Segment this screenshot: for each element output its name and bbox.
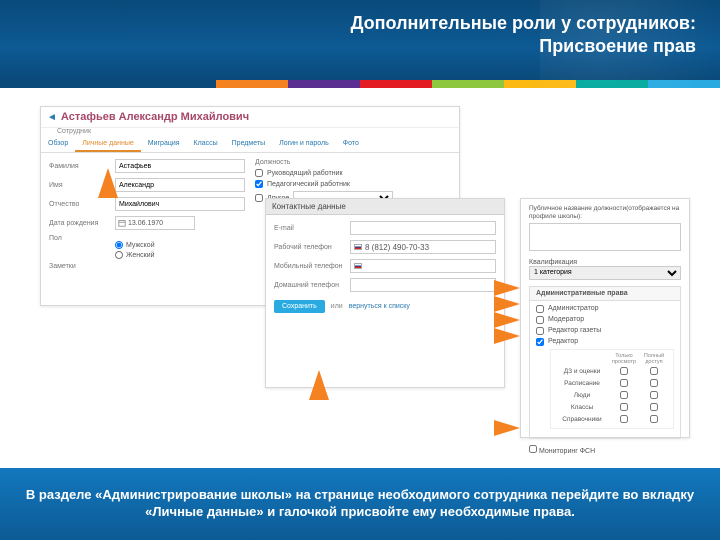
perm-refs: Справочники bbox=[555, 416, 609, 423]
arrow-role1-icon bbox=[494, 280, 520, 296]
radio-female[interactable]: Женский bbox=[115, 251, 245, 259]
perm-classes: Классы bbox=[555, 404, 609, 411]
label-workphone: Рабочий телефон bbox=[274, 244, 344, 251]
dob-input[interactable]: 13.06.1970 bbox=[115, 216, 195, 230]
slide-title: Дополнительные роли у сотрудников: Присв… bbox=[24, 12, 696, 59]
tab-photo[interactable]: Фото bbox=[336, 137, 366, 152]
role-admin[interactable]: Администратор bbox=[536, 305, 674, 313]
contact-title: Контактные данные bbox=[266, 199, 504, 215]
role-moderator[interactable]: Модератор bbox=[536, 316, 674, 324]
perm-people-full[interactable] bbox=[650, 391, 658, 399]
perm-table: Только просмотрПолный доступ ДЗ и оценки… bbox=[550, 349, 674, 429]
perm-refs-view[interactable] bbox=[620, 415, 628, 423]
label-public-title: Публичное название должности(отображаетс… bbox=[529, 205, 681, 221]
label-mobile: Мобильный телефон bbox=[274, 263, 344, 270]
workphone-input[interactable]: 8 (812) 490-70-33 bbox=[350, 240, 496, 254]
patronymic-input[interactable] bbox=[115, 197, 245, 211]
dob-value: 13.06.1970 bbox=[128, 220, 163, 227]
label-notes: Заметки bbox=[49, 263, 109, 270]
perm-hw: ДЗ и оценки bbox=[555, 368, 609, 375]
or-text: или bbox=[331, 303, 343, 310]
name-input[interactable] bbox=[115, 178, 245, 192]
arrow-fsn-icon bbox=[494, 420, 520, 436]
radio-male[interactable]: Мужской bbox=[115, 241, 245, 249]
perm-schedule: Расписание bbox=[555, 380, 609, 387]
surname-input[interactable] bbox=[115, 159, 245, 173]
label-position: Должность bbox=[255, 159, 451, 166]
tabs: Обзор Личные данные Миграция Классы Пред… bbox=[41, 137, 459, 153]
employee-name: Астафьев Александр Михайлович bbox=[61, 111, 249, 123]
flag-ru-icon bbox=[354, 244, 362, 250]
admin-rights-title: Административные права bbox=[530, 287, 680, 301]
arrow-save-icon bbox=[309, 370, 329, 400]
tab-overview[interactable]: Обзор bbox=[41, 137, 75, 152]
col-full: Полный доступ bbox=[639, 353, 669, 365]
pos-teacher[interactable]: Педагогический работник bbox=[255, 180, 451, 188]
col-view: Только просмотр bbox=[609, 353, 639, 365]
perm-people: Люди bbox=[555, 392, 609, 399]
screenshot-canvas: ◄ Астафьев Александр Михайлович Сотрудни… bbox=[0, 88, 720, 468]
public-title-input[interactable] bbox=[529, 223, 681, 251]
tab-personal[interactable]: Личные данные bbox=[75, 137, 141, 152]
arrow-role4-icon bbox=[494, 328, 520, 344]
perm-class-view[interactable] bbox=[620, 403, 628, 411]
breadcrumb: Сотрудник bbox=[41, 128, 459, 137]
title-line1: Дополнительные роли у сотрудников: bbox=[351, 13, 696, 33]
qualification-select[interactable]: 1 категория bbox=[529, 266, 681, 280]
arrow-role2-icon bbox=[494, 296, 520, 312]
role-newspaper[interactable]: Редактор газеты bbox=[536, 327, 674, 335]
label-sex: Пол bbox=[49, 235, 109, 242]
title-line2: Присвоение прав bbox=[539, 36, 696, 56]
label-qualification: Квалификация bbox=[529, 259, 681, 266]
contact-panel: Контактные данные E-mail Рабочий телефон… bbox=[265, 198, 505, 388]
admin-rights-box: Административные права Администратор Мод… bbox=[529, 286, 681, 439]
label-dob: Дата рождения bbox=[49, 220, 109, 227]
role-fsn[interactable]: Мониторинг ФСН bbox=[529, 445, 681, 455]
tab-subjects[interactable]: Предметы bbox=[225, 137, 272, 152]
arrow-role3-icon bbox=[494, 312, 520, 328]
perm-sched-full[interactable] bbox=[650, 379, 658, 387]
perm-hw-full[interactable] bbox=[650, 367, 658, 375]
permissions-panel: Публичное название должности(отображаетс… bbox=[520, 198, 690, 438]
calendar-icon bbox=[118, 219, 126, 227]
perm-refs-full[interactable] bbox=[650, 415, 658, 423]
tab-login[interactable]: Логин и пароль bbox=[272, 137, 336, 152]
footer-text: В разделе «Администрирование школы» на с… bbox=[20, 487, 700, 521]
slide-footer: В разделе «Администрирование школы» на с… bbox=[0, 468, 720, 540]
mobile-input[interactable] bbox=[350, 259, 496, 273]
save-button[interactable]: Сохранить bbox=[274, 300, 325, 313]
arrow-tab-icon bbox=[98, 168, 118, 198]
slide-header: Дополнительные роли у сотрудников: Присв… bbox=[0, 0, 720, 80]
tab-migration[interactable]: Миграция bbox=[141, 137, 187, 152]
perm-sched-view[interactable] bbox=[620, 379, 628, 387]
back-to-list-link[interactable]: вернуться к списку bbox=[349, 303, 410, 310]
role-editor[interactable]: Редактор bbox=[536, 338, 674, 346]
pos-manager[interactable]: Руководящий работник bbox=[255, 169, 451, 177]
back-icon[interactable]: ◄ bbox=[47, 112, 57, 123]
perm-hw-view[interactable] bbox=[620, 367, 628, 375]
label-email: E-mail bbox=[274, 225, 344, 232]
perm-class-full[interactable] bbox=[650, 403, 658, 411]
homephone-input[interactable] bbox=[350, 278, 496, 292]
flag-ru-icon bbox=[354, 263, 362, 269]
label-patronymic: Отчество bbox=[49, 201, 109, 208]
label-homephone: Домашний телефон bbox=[274, 282, 344, 289]
perm-people-view[interactable] bbox=[620, 391, 628, 399]
tab-classes[interactable]: Классы bbox=[187, 137, 225, 152]
email-input[interactable] bbox=[350, 221, 496, 235]
